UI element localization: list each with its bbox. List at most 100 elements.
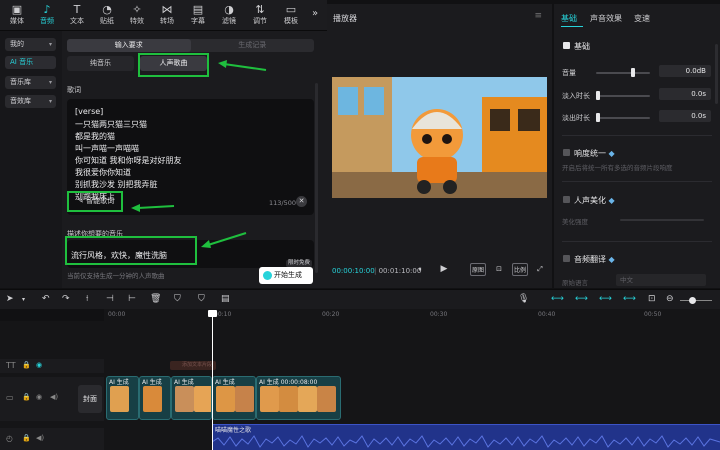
text-icon: T xyxy=(73,3,81,16)
original-ratio-button[interactable]: 原图 xyxy=(470,263,486,276)
player-title: 播放器 xyxy=(333,14,357,23)
zoom-knob[interactable] xyxy=(689,297,696,304)
section-divider xyxy=(562,181,712,182)
chevron-down-icon[interactable]: ▾ xyxy=(22,294,25,305)
arrow-annotation-icon xyxy=(131,204,175,212)
props-scrollbar[interactable] xyxy=(715,44,718,104)
speaker-icon[interactable]: ◀) xyxy=(50,393,58,401)
fadein-slider[interactable] xyxy=(596,91,650,100)
marker-icon[interactable]: ⛉ xyxy=(198,294,205,305)
zoom-out-icon[interactable]: ⊖ xyxy=(666,294,674,305)
pure-music-button[interactable]: 纯音乐 xyxy=(67,56,134,71)
chevron-down-icon: ▾ xyxy=(48,79,52,86)
tool-caption[interactable]: ▤ 字幕 xyxy=(183,3,213,29)
category-ai-music[interactable]: AI 音乐 xyxy=(5,56,56,69)
adjust-icon: ⇅ xyxy=(255,3,265,16)
translate-checkbox[interactable] xyxy=(563,255,570,262)
playhead-handle[interactable] xyxy=(208,310,217,317)
auto-snap-icon[interactable]: ⟷ xyxy=(575,294,588,305)
play-button[interactable]: ▶ xyxy=(438,263,450,276)
split-left-icon[interactable]: ⊣ xyxy=(106,294,114,305)
category-sfx-library[interactable]: 音效库 ▾ xyxy=(5,95,56,108)
tab-basic[interactable]: 基础 xyxy=(561,13,577,24)
tool-media[interactable]: ▣ 媒体 xyxy=(2,3,32,29)
clip-thumbnail xyxy=(279,386,298,412)
fadeout-label: 淡出时长 xyxy=(562,114,590,122)
timeline-ruler[interactable]: 00:00 00:10 00:20 00:30 00:40 00:50 xyxy=(104,309,720,321)
split-icon[interactable]: ⟊ xyxy=(86,294,88,305)
tool-template[interactable]: ▭ 模板 xyxy=(276,3,306,29)
clear-icon[interactable]: ✕ xyxy=(296,196,307,207)
eye-icon[interactable]: ◉ xyxy=(36,361,42,369)
tool-adjust[interactable]: ⇅ 调节 xyxy=(245,3,275,29)
volume-knob[interactable] xyxy=(631,68,635,77)
frame-icon[interactable]: ⏸ xyxy=(415,263,425,276)
volume-slider[interactable] xyxy=(596,68,650,77)
tab-generation-records[interactable]: 生成记录 xyxy=(191,39,315,52)
tool-transition[interactable]: ⋈ 转场 xyxy=(152,3,182,29)
loudness-checkbox[interactable] xyxy=(563,149,570,156)
video-clip[interactable]: AI 生成 xyxy=(171,376,212,420)
video-clip[interactable]: AI 生成 xyxy=(212,376,256,420)
generate-button[interactable]: 开始生成 限时免费 xyxy=(259,260,313,284)
category-music-library[interactable]: 音乐库 ▾ xyxy=(5,76,56,89)
tab-input-request[interactable]: 输入要求 xyxy=(67,39,191,52)
clip-thumbnail xyxy=(260,386,279,412)
lock-icon[interactable]: 🔒 xyxy=(22,393,31,401)
basic-checkbox[interactable] xyxy=(563,42,570,49)
split-right-icon[interactable]: ⊢ xyxy=(128,294,136,305)
text-track-icon: TT xyxy=(6,361,16,370)
tab-sound-effects[interactable]: 声音效果 xyxy=(590,13,622,24)
video-preview xyxy=(332,77,547,198)
source-language-select[interactable]: 中文 xyxy=(616,274,706,286)
linkage-icon[interactable]: ⟷ xyxy=(599,294,612,305)
tool-audio[interactable]: ♪ 音频 xyxy=(32,3,62,29)
playhead[interactable] xyxy=(208,310,217,450)
select-tool-icon[interactable]: ➤ xyxy=(6,294,14,305)
fadein-value[interactable]: 0.0s xyxy=(659,88,711,100)
shield-icon[interactable]: ⛉ xyxy=(174,294,181,305)
cover-button[interactable]: 封面 xyxy=(78,385,102,413)
microphone-icon[interactable]: 🎙 xyxy=(518,294,529,305)
speaker-icon[interactable]: ◀) xyxy=(36,434,44,442)
current-timecode: 00:00:10:00 xyxy=(332,267,375,275)
lock-icon[interactable]: 🔒 xyxy=(22,361,31,369)
lock-icon[interactable]: 🔒 xyxy=(22,434,31,442)
delete-icon[interactable]: 🗑 xyxy=(150,294,161,305)
enhance-slider[interactable] xyxy=(620,219,704,221)
aspect-ratio-button[interactable]: 比例 xyxy=(512,263,528,276)
video-clip[interactable]: AI 生成 xyxy=(106,376,139,420)
fadein-knob[interactable] xyxy=(596,91,600,100)
tool-sticker[interactable]: ◔ 贴纸 xyxy=(92,3,122,29)
enhance-checkbox[interactable] xyxy=(563,196,570,203)
caption-edit-icon[interactable]: ▤ xyxy=(221,294,230,305)
zoom-slider[interactable] xyxy=(680,297,712,304)
audio-clip[interactable]: 喵喵魔性之歌 xyxy=(212,424,720,450)
eye-icon[interactable]: ◉ xyxy=(36,393,42,401)
menu-icon[interactable]: ≡ xyxy=(534,11,542,21)
panel-scrollbar[interactable] xyxy=(315,83,318,273)
redo-icon[interactable]: ↷ xyxy=(62,294,70,305)
screenshot-icon[interactable]: ⊡ xyxy=(648,294,656,305)
main-track-magnet-icon[interactable]: ⟷ xyxy=(551,294,564,305)
loudness-description: 开启后将统一所有多选的音频片段响度 xyxy=(562,164,673,172)
tool-filter[interactable]: ◑ 滤镜 xyxy=(214,3,244,29)
tool-text[interactable]: T 文本 xyxy=(62,3,92,29)
fadeout-slider[interactable] xyxy=(596,113,650,122)
lyric-line: 一只猫两只猫三只猫 xyxy=(75,120,147,129)
undo-icon[interactable]: ↶ xyxy=(42,294,50,305)
tool-effects[interactable]: ✧ 特效 xyxy=(122,3,152,29)
template-icon: ▭ xyxy=(285,3,297,16)
volume-value[interactable]: 0.0dB xyxy=(659,65,711,77)
fadeout-value[interactable]: 0.0s xyxy=(659,110,711,122)
asset-toolbar: ▣ 媒体 ♪ 音频 T 文本 ◔ 贴纸 ✧ 特效 ⋈ 转场 ▤ 字幕 ◑ 滤镜 ⇅ 调节 ▭ 模板 … xyxy=(0,0,327,31)
tab-speed[interactable]: 变速 xyxy=(634,13,650,24)
video-clip[interactable]: AI 生成 00:00:08:00 xyxy=(256,376,341,420)
fit-icon[interactable]: ⊡ xyxy=(493,263,505,276)
video-clip[interactable]: AI 生成 xyxy=(139,376,171,420)
category-mine[interactable]: 我的 ▾ xyxy=(5,38,56,51)
fullscreen-icon[interactable]: ⤢ xyxy=(534,263,546,276)
fadeout-knob[interactable] xyxy=(596,113,600,122)
preview-axis-icon[interactable]: ⟷ xyxy=(623,294,636,305)
ghost-text-clip[interactable]: 添加文本片段 xyxy=(170,361,216,370)
